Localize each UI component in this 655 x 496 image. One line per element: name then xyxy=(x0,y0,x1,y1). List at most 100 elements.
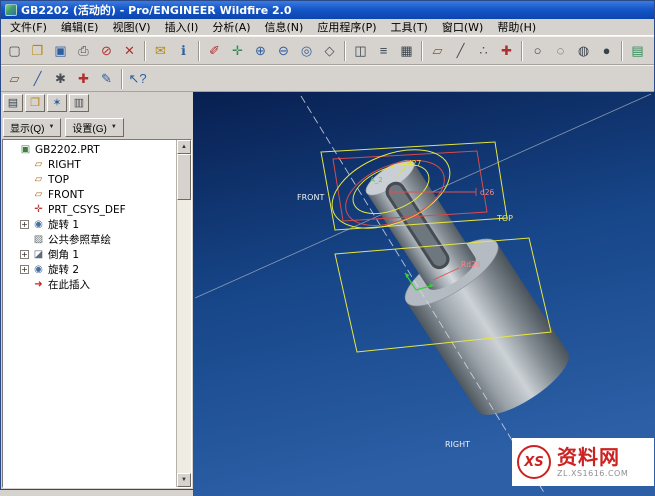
datum-axis-tool[interactable]: ╱ xyxy=(26,68,49,90)
csys-toggle[interactable]: ✚ xyxy=(495,40,518,62)
expand-toggle[interactable]: + xyxy=(20,265,29,274)
context-help-button[interactable]: ↖? xyxy=(126,68,149,90)
sketch-tool[interactable]: ✎ xyxy=(95,68,118,90)
toolbar-separator xyxy=(198,41,200,61)
datum-points-toggle[interactable]: ∴ xyxy=(472,40,495,62)
datum-axis-icon: ╱ xyxy=(457,44,465,57)
delete-button[interactable]: ✕ xyxy=(118,40,141,62)
datum-plane-tool[interactable]: ▱ xyxy=(3,68,26,90)
scroll-up-button[interactable]: ▲ xyxy=(177,140,191,154)
scroll-down-button[interactable]: ▼ xyxy=(177,473,191,487)
model-info-button[interactable]: ℹ xyxy=(172,40,195,62)
open-file-button[interactable]: ❐ xyxy=(26,40,49,62)
datum-point-tool-icon: ✱ xyxy=(55,72,66,85)
tree-item[interactable]: GB2202.PRT xyxy=(3,142,176,157)
layers-button[interactable]: ≡ xyxy=(372,40,395,62)
axis-label[interactable]: A_2 xyxy=(370,176,383,184)
orient-mode-button[interactable]: ◇ xyxy=(318,40,341,62)
erase-icon: ⊘ xyxy=(101,44,112,57)
menu-item[interactable]: 工具(T) xyxy=(384,18,435,36)
tree-item[interactable]: 在此插入 xyxy=(3,277,176,292)
model-tree-tab[interactable]: ▤ xyxy=(3,94,23,112)
spin-center-button[interactable]: ✛ xyxy=(226,40,249,62)
datum-axes-toggle[interactable]: ╱ xyxy=(449,40,472,62)
erase-display-button[interactable]: ⊘ xyxy=(95,40,118,62)
sketch-tool-icon: ✎ xyxy=(101,72,112,85)
browser-toggle[interactable]: ◨ xyxy=(649,40,655,62)
view-manager-button[interactable]: ▦ xyxy=(395,40,418,62)
menu-item[interactable]: 分析(A) xyxy=(205,18,257,36)
scrollbar-track[interactable] xyxy=(177,200,191,473)
expand-toggle[interactable] xyxy=(7,145,16,154)
tree-item-label: GB2202.PRT xyxy=(35,144,100,156)
tree-settings-button[interactable]: 设置(G) ▼ xyxy=(65,118,123,137)
expand-toggle[interactable]: + xyxy=(20,250,29,259)
toolbar-separator xyxy=(121,69,123,89)
datum-csys-tool[interactable]: ✚ xyxy=(72,68,95,90)
menu-item[interactable]: 应用程序(P) xyxy=(310,18,383,36)
wireframe-icon: ○ xyxy=(534,44,542,57)
tree-item[interactable]: 公共参照草绘 xyxy=(3,232,176,247)
expand-toggle[interactable] xyxy=(20,160,29,169)
model-tree-icon: ▤ xyxy=(631,44,643,57)
repaint-button[interactable]: ✐ xyxy=(203,40,226,62)
revolve-feature-icon xyxy=(32,265,45,275)
tree-item[interactable]: + 倒角 1 xyxy=(3,247,176,262)
datum-plane-icon xyxy=(32,175,45,185)
menu-item[interactable]: 文件(F) xyxy=(3,18,54,36)
datum-label-top[interactable]: TOP xyxy=(496,214,513,223)
tree-show-button[interactable]: 显示(Q) ▼ xyxy=(3,118,61,137)
datum-planes-toggle[interactable]: ▱ xyxy=(426,40,449,62)
expand-toggle[interactable] xyxy=(20,190,29,199)
refit-button[interactable]: ◎ xyxy=(295,40,318,62)
menu-item[interactable]: 编辑(E) xyxy=(54,18,106,36)
tree-item[interactable]: FRONT xyxy=(3,187,176,202)
menu-item[interactable]: 窗口(W) xyxy=(435,18,490,36)
tree-item[interactable]: + 旋转 2 xyxy=(3,262,176,277)
expand-toggle[interactable] xyxy=(20,175,29,184)
print-button[interactable]: ⎙ xyxy=(72,40,95,62)
expand-toggle[interactable] xyxy=(20,280,29,289)
new-file-button[interactable]: ▢ xyxy=(3,40,26,62)
hidden-line-button[interactable]: ◌ xyxy=(549,40,572,62)
info-icon: ℹ xyxy=(181,44,186,57)
tree-item[interactable]: RIGHT xyxy=(3,157,176,172)
saved-views-icon: ◫ xyxy=(354,44,366,57)
tree-item[interactable]: TOP xyxy=(3,172,176,187)
wireframe-button[interactable]: ○ xyxy=(526,40,549,62)
tree-scrollbar[interactable]: ▲ ▼ xyxy=(176,140,191,487)
expand-toggle[interactable]: + xyxy=(20,220,29,229)
viewport-canvas[interactable]: d26 d27 Rd28 FRONT xyxy=(193,92,655,496)
main-toolbar: ▢❐ ▣ ⎙ ⊘ ✕ ✉ ℹ ✐✛⊕⊖◎◇ ◫ ≡▦ ▱ ╱ ∴ ✚ ○ ◌◍● ▤ ◨ xyxy=(1,36,654,65)
help-pointer-icon: ↖? xyxy=(128,72,146,85)
zoom-in-button[interactable]: ⊕ xyxy=(249,40,272,62)
model-tree-toggle[interactable]: ▤ xyxy=(626,40,649,62)
scrollbar-thumb[interactable] xyxy=(177,154,191,200)
folder-browser-tab[interactable]: ❐ xyxy=(25,94,45,112)
expand-toggle[interactable] xyxy=(20,235,29,244)
datum-point-tool[interactable]: ✱ xyxy=(49,68,72,90)
datum-label-right[interactable]: RIGHT xyxy=(445,440,470,449)
favorites-tab[interactable]: ✶ xyxy=(47,94,67,112)
shaded-button[interactable]: ● xyxy=(595,40,618,62)
floppy-disk-icon: ▣ xyxy=(54,44,66,57)
saved-views-button[interactable]: ◫ xyxy=(349,40,372,62)
menu-item[interactable]: 信息(N) xyxy=(258,18,311,36)
save-button[interactable]: ▣ xyxy=(49,40,72,62)
toolbar-separator xyxy=(421,41,423,61)
tree-item[interactable]: PRT_CSYS_DEF xyxy=(3,202,176,217)
menu-item[interactable]: 视图(V) xyxy=(105,18,157,36)
expand-toggle[interactable] xyxy=(20,205,29,214)
no-hidden-button[interactable]: ◍ xyxy=(572,40,595,62)
menu-item[interactable]: 插入(I) xyxy=(158,18,206,36)
toolbar-separator xyxy=(144,41,146,61)
title-bar[interactable]: GB2202 (活动的) - Pro/ENGINEER Wildfire 2.0 xyxy=(1,1,654,19)
datum-label-front[interactable]: FRONT xyxy=(297,193,324,202)
graphics-viewport[interactable]: d26 d27 Rd28 FRONT xyxy=(193,92,654,489)
datum-point-icon: ∴ xyxy=(479,44,487,57)
menu-item[interactable]: 帮助(H) xyxy=(490,18,543,36)
tree-item[interactable]: + 旋转 1 xyxy=(3,217,176,232)
zoom-out-button[interactable]: ⊖ xyxy=(272,40,295,62)
connections-tab[interactable]: ▥ xyxy=(69,94,89,112)
send-email-button[interactable]: ✉ xyxy=(149,40,172,62)
